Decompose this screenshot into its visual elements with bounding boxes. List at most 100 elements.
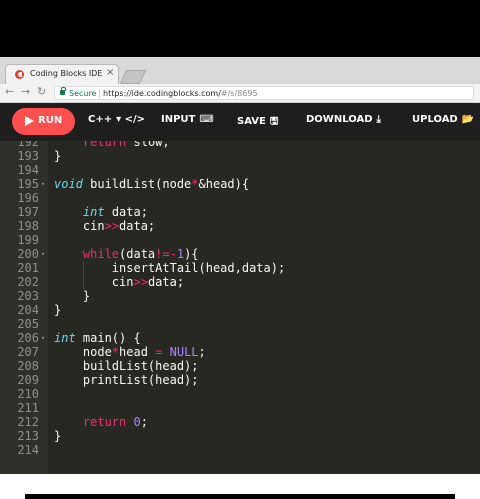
input-button[interactable]: INPUT ⌨: [161, 114, 214, 125]
code-token: int: [82, 205, 105, 219]
code-text: return slow;: [54, 141, 170, 149]
code-editor[interactable]: 192 return slow; 193} 194 195 ▾ void buildLis…: [0, 141, 480, 474]
line-number: 211: [17, 401, 39, 415]
code-token: ){: [184, 247, 199, 261]
folder-open-icon: 📂: [461, 114, 475, 125]
browser-tab[interactable]: Coding Blocks IDE ×: [5, 64, 119, 84]
url-input[interactable]: Secure https://ide.codingblocks.com/#/s/…: [54, 86, 474, 100]
line-number: 203: [17, 289, 39, 303]
code-token: >>: [104, 219, 120, 233]
upload-label: UPLOAD: [412, 114, 458, 125]
code-token: *: [191, 177, 199, 191]
line-number: 206: [17, 331, 39, 345]
download-button[interactable]: DOWNLOAD ⤓: [306, 114, 381, 125]
code-line[interactable]: 214: [0, 443, 480, 457]
code-token: while: [82, 247, 120, 261]
line-number: 193: [17, 149, 39, 163]
code-token: slow;: [126, 141, 170, 149]
code-line[interactable]: 204}: [0, 303, 480, 317]
line-number: 212: [17, 415, 39, 429]
code-token: head: [119, 345, 156, 359]
code-token: }: [54, 303, 62, 317]
code-token: data;: [119, 219, 156, 233]
line-number: 204: [17, 303, 39, 317]
code-line[interactable]: 200 ▾ while(data!=-1){: [0, 247, 480, 261]
language-label: C++: [88, 114, 113, 125]
code-token: data;: [147, 275, 185, 289]
code-text: }: [54, 289, 90, 303]
line-number: 197: [17, 205, 39, 219]
reload-icon[interactable]: ↻: [37, 85, 46, 98]
code-token: buildList(head);: [54, 359, 199, 373]
code-line[interactable]: 208 buildList(head);: [0, 359, 480, 373]
fold-toggle-icon[interactable]: ▾: [41, 177, 45, 191]
save-button[interactable]: SAVE 🖫: [237, 114, 278, 131]
code-line[interactable]: 202 cin>>data;: [0, 275, 480, 289]
code-line[interactable]: 195 ▾ void buildList(node*&head){: [0, 177, 480, 191]
code-token: printList(head);: [54, 373, 199, 387]
code-line[interactable]: 212 return 0;: [0, 415, 480, 429]
code-token: 1: [176, 247, 185, 261]
code-text: buildList(head);: [54, 359, 199, 373]
code-line[interactable]: 207 node*head = NULL;: [0, 345, 480, 359]
line-number: 198: [17, 219, 39, 233]
upload-button[interactable]: UPLOAD 📂: [412, 114, 474, 125]
code-token: insertAtTail(head,data);: [54, 261, 286, 275]
code-line[interactable]: 213}: [0, 429, 480, 443]
input-label: INPUT: [161, 114, 196, 125]
line-number: 205: [17, 317, 39, 331]
code-chevron-icon: ▾ </>: [116, 114, 146, 125]
fold-toggle-icon[interactable]: ▾: [41, 331, 45, 345]
code-line[interactable]: 203 }: [0, 289, 480, 303]
code-line[interactable]: 194: [0, 163, 480, 177]
download-label: DOWNLOAD: [306, 114, 373, 125]
code-line[interactable]: 211: [0, 401, 480, 415]
code-token: main() {: [75, 331, 141, 345]
back-arrow-icon[interactable]: ←: [5, 85, 14, 98]
code-token: NULL: [169, 345, 199, 359]
code-token: cin: [54, 219, 105, 233]
code-token: }: [54, 429, 62, 443]
code-line[interactable]: 198 cin>>data;: [0, 219, 480, 233]
language-selector[interactable]: C++ ▾ </>: [88, 114, 145, 125]
tab-close-icon[interactable]: ×: [106, 67, 114, 78]
bottom-border: [25, 494, 455, 499]
code-token: void: [54, 177, 83, 191]
code-token: return: [82, 415, 127, 429]
run-button[interactable]: RUN: [12, 108, 75, 135]
download-icon: ⤓: [376, 114, 381, 125]
code-token: ;: [140, 415, 148, 429]
code-token: }: [54, 149, 62, 163]
line-number: 201: [17, 261, 39, 275]
code-line[interactable]: 192 return slow;: [0, 141, 480, 149]
code-line[interactable]: 197 int data;: [0, 205, 480, 219]
code-text: insertAtTail(head,data);: [54, 261, 285, 275]
line-number: 202: [17, 275, 39, 289]
code-token: (data: [119, 247, 156, 261]
code-line[interactable]: 199: [0, 233, 480, 247]
code-text: int main() {: [54, 331, 141, 345]
code-line[interactable]: 193}: [0, 149, 480, 163]
code-line[interactable]: 196: [0, 191, 480, 205]
code-token: ;: [198, 345, 206, 359]
line-number: 209: [17, 373, 39, 387]
code-line[interactable]: 205: [0, 317, 480, 331]
floppy-disk-icon: 🖫: [269, 116, 279, 127]
line-number: 214: [17, 443, 39, 457]
code-line[interactable]: 206 ▾ int main() {: [0, 331, 480, 345]
code-line[interactable]: 210: [0, 387, 480, 401]
code-text: }: [54, 303, 61, 317]
code-text: node*head = NULL;: [54, 345, 206, 359]
forward-arrow-icon[interactable]: →: [21, 85, 30, 98]
code-line[interactable]: 209 printList(head);: [0, 373, 480, 387]
fold-toggle-icon[interactable]: ▾: [41, 247, 45, 261]
code-line[interactable]: 201 insertAtTail(head,data);: [0, 261, 480, 275]
code-text: return 0;: [54, 415, 148, 429]
code-text: cin>>data;: [54, 275, 184, 289]
code-text: while(data!=-1){: [54, 247, 199, 261]
line-number: 194: [17, 163, 39, 177]
